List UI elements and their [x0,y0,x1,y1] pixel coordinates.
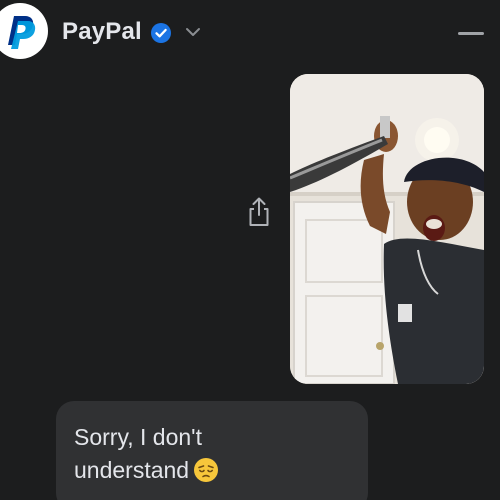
paypal-logo-icon [8,16,36,49]
chat-title[interactable]: PayPal [62,18,142,46]
message-line-2: understand [74,457,190,483]
verified-badge-icon [151,23,171,43]
minimize-icon[interactable] [458,32,484,35]
chat-window: PayPal Sorry, I don't understand [0,0,500,500]
chat-header: PayPal [0,0,500,68]
avatar[interactable] [0,3,48,59]
pensive-face-emoji-icon [194,458,219,482]
incoming-message-bubble[interactable]: Sorry, I don't understand [56,401,368,500]
photo-attachment[interactable] [290,74,484,384]
chevron-down-icon[interactable] [184,25,202,39]
photo-image [290,74,484,384]
message-line-1: Sorry, I don't [74,424,202,450]
message-text: Sorry, I don't understand [74,421,359,487]
share-icon[interactable] [245,196,273,228]
